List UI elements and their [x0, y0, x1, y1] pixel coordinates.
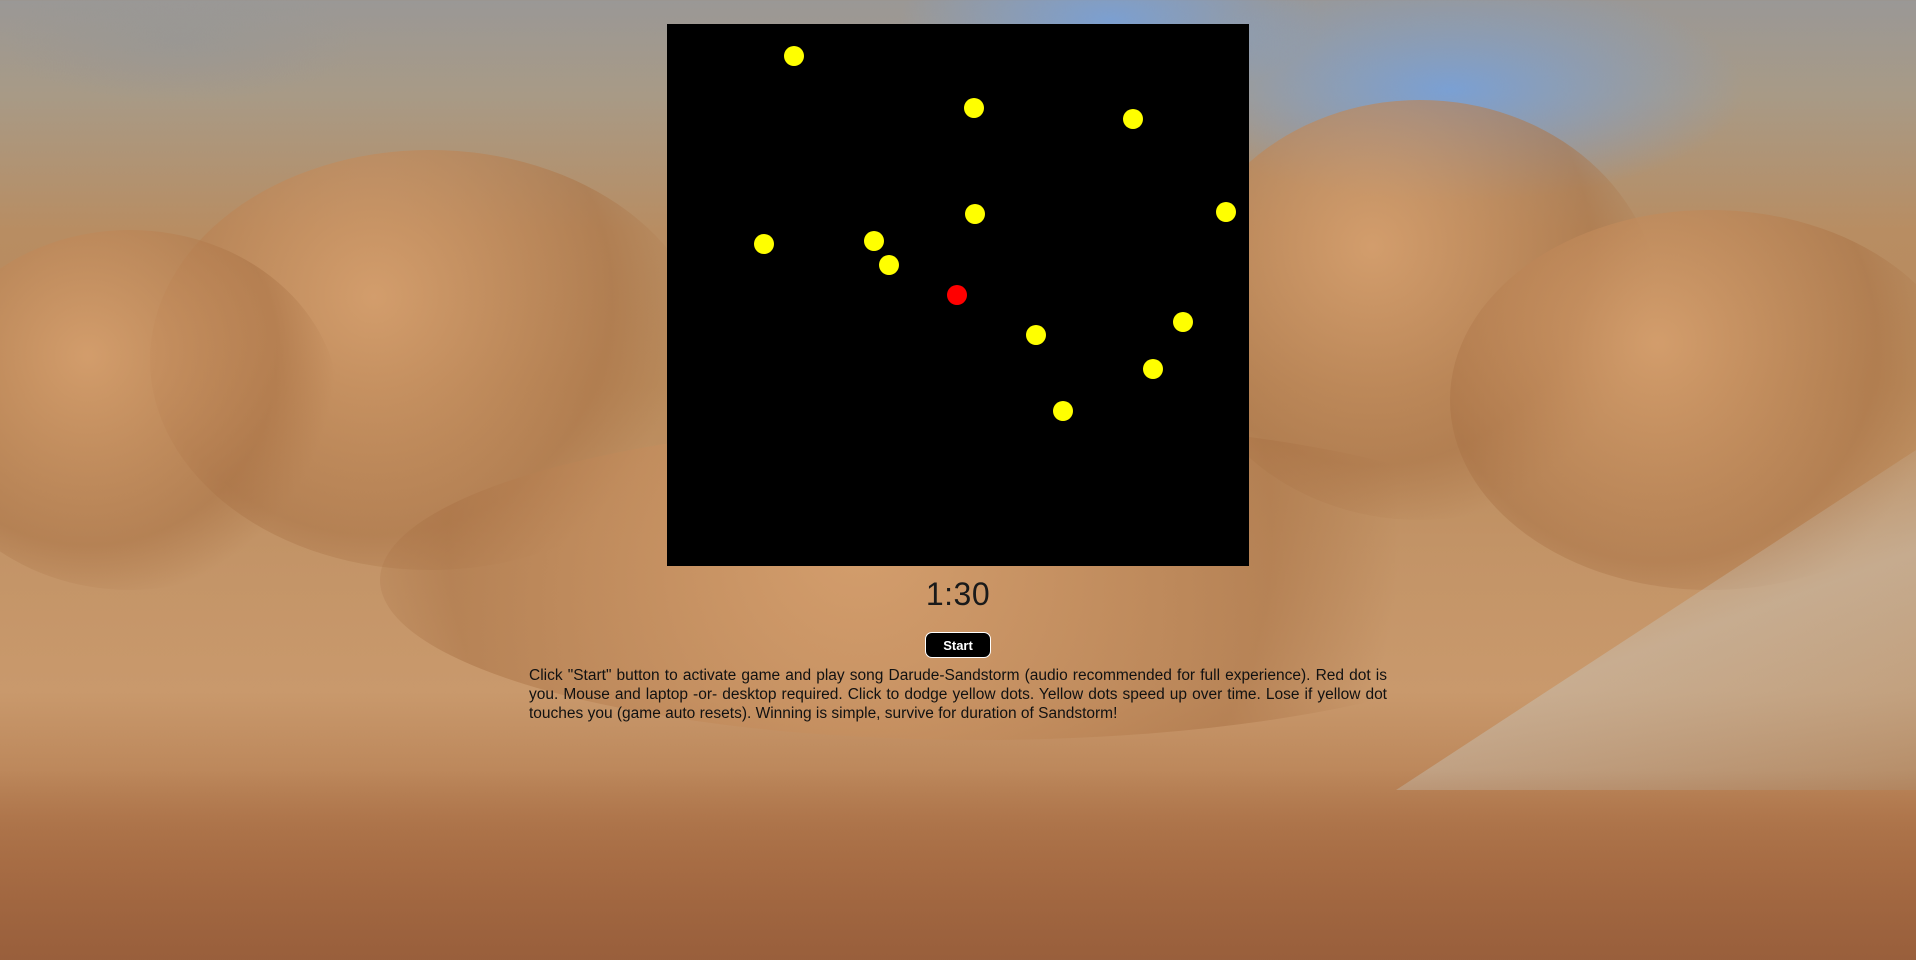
red-player-dot [947, 285, 967, 305]
start-button[interactable]: Start [925, 632, 991, 658]
yellow-dot [1053, 401, 1073, 421]
yellow-dot [964, 98, 984, 118]
game-canvas[interactable] [667, 24, 1249, 566]
yellow-dot [965, 204, 985, 224]
yellow-dot [1143, 359, 1163, 379]
countdown-timer: 1:30 [925, 576, 991, 612]
yellow-dot [1173, 312, 1193, 332]
yellow-dot [879, 255, 899, 275]
yellow-dot [1216, 202, 1236, 222]
instructions-text: Click "Start" button to activate game an… [529, 667, 1387, 722]
yellow-dot [1026, 325, 1046, 345]
yellow-dot [784, 46, 804, 66]
desert-ground [0, 770, 1916, 960]
yellow-dot [864, 231, 884, 251]
yellow-dot [1123, 109, 1143, 129]
yellow-dot [754, 234, 774, 254]
